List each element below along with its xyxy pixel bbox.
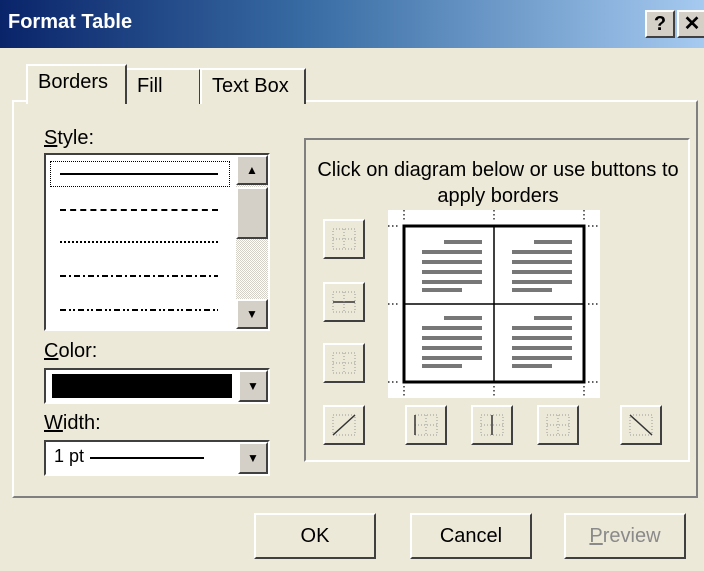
width-dropdown[interactable]: 1 pt ▼ (44, 440, 270, 476)
border-diagram-canvas (388, 210, 600, 398)
cancel-button[interactable]: Cancel (410, 513, 532, 559)
color-swatch (52, 374, 232, 398)
tab-borders[interactable]: Borders (26, 64, 127, 104)
right-border-icon (546, 414, 570, 436)
scroll-down-button[interactable]: ▼ (236, 299, 268, 329)
close-button[interactable]: ✕ (677, 10, 704, 38)
scroll-up-button[interactable]: ▲ (236, 155, 268, 185)
bottom-border-button[interactable] (323, 343, 365, 383)
width-dropdown-button[interactable]: ▼ (238, 442, 268, 474)
left-border-button[interactable] (405, 405, 447, 445)
diagonal-down-icon (629, 414, 653, 436)
bottom-border-icon (332, 352, 356, 374)
diagonal-up-icon (332, 414, 356, 436)
top-border-button[interactable] (323, 219, 365, 259)
diagonal-up-border-button[interactable] (323, 405, 365, 445)
tab-fill[interactable]: Fill (125, 68, 201, 104)
border-diagram[interactable] (388, 210, 600, 398)
arrow-down-icon: ▼ (246, 307, 258, 321)
width-line-sample (90, 457, 204, 459)
style-scrollbar[interactable]: ▲ ▼ (236, 155, 268, 329)
line-style-dotted[interactable] (60, 241, 218, 243)
left-border-icon (414, 414, 438, 436)
preview-button[interactable]: Preview (564, 513, 686, 559)
line-style-dashed[interactable] (60, 209, 218, 211)
style-label: Style: (44, 127, 95, 149)
scroll-thumb[interactable] (236, 187, 268, 239)
title-bar[interactable]: Format Table ? ✕ (0, 0, 704, 48)
tab-text-box[interactable]: Text Box (200, 68, 306, 104)
width-value: 1 pt (54, 446, 85, 466)
color-label: Color: (44, 340, 98, 362)
style-listbox[interactable]: ▲ ▼ (44, 153, 270, 331)
ok-button[interactable]: OK (254, 513, 376, 559)
format-table-dialog: Format Table ? ✕ Borders Fill Text Box S… (0, 0, 704, 571)
inside-vertical-border-icon (480, 414, 504, 436)
inside-horizontal-border-button[interactable] (323, 282, 365, 322)
width-label: Width: (44, 412, 101, 434)
inside-vertical-border-button[interactable] (471, 405, 513, 445)
preview-instruction: Click on diagram below or use buttons to… (317, 159, 679, 207)
inside-horizontal-border-icon (332, 291, 356, 313)
dialog-title: Format Table (8, 11, 133, 33)
color-dropdown-button[interactable]: ▼ (238, 370, 268, 402)
chevron-down-icon: ▼ (247, 451, 259, 465)
line-style-dash-dot-dot[interactable] (60, 309, 218, 311)
color-dropdown[interactable]: ▼ (44, 368, 270, 404)
line-style-dash-dot[interactable] (60, 275, 218, 277)
diagonal-down-border-button[interactable] (620, 405, 662, 445)
arrow-up-icon: ▲ (246, 163, 258, 177)
top-border-icon (332, 228, 356, 250)
close-icon: ✕ (683, 13, 701, 35)
help-button[interactable]: ? (645, 10, 675, 38)
right-border-button[interactable] (537, 405, 579, 445)
line-style-solid[interactable] (60, 173, 218, 175)
chevron-down-icon: ▼ (247, 379, 259, 393)
help-icon: ? (653, 13, 667, 35)
